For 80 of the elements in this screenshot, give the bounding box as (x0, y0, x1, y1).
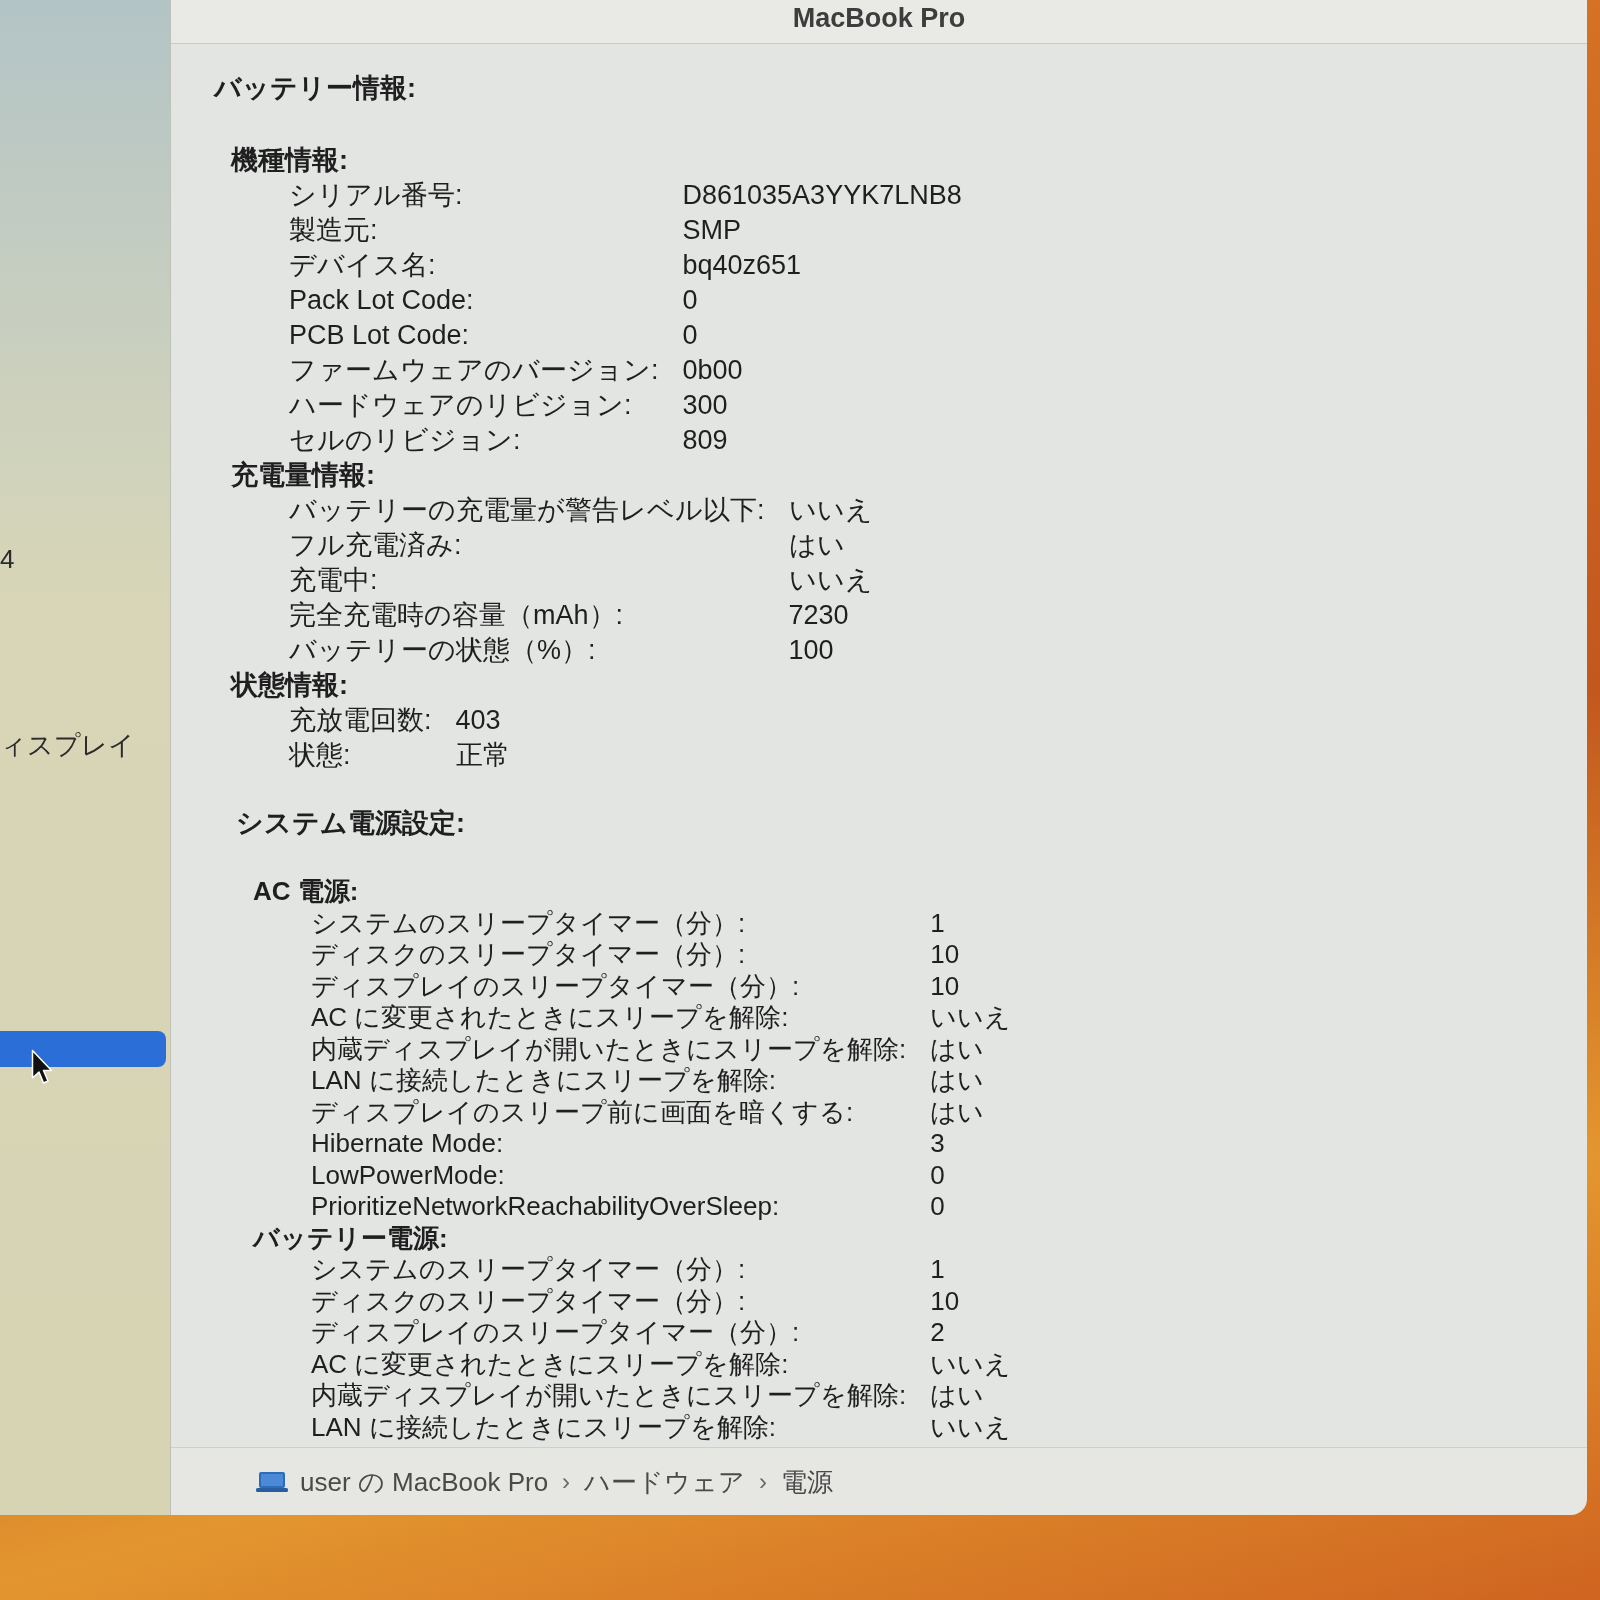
property-value: 10 (930, 1285, 961, 1317)
property-value: いいえ (788, 564, 873, 597)
property-label: Pack Lot Code: (289, 284, 475, 317)
property-label: LAN に接続したときにスリープを解除: (311, 1411, 778, 1443)
property-value: 0b00 (682, 354, 744, 387)
property-value: 1 (930, 1254, 946, 1286)
group-heading: 充電量情報: (231, 459, 375, 492)
property-label: AC に変更されたときにスリープを解除: (311, 1002, 790, 1034)
path-item[interactable]: user の MacBook Pro (256, 1464, 549, 1499)
property-value: 809 (682, 424, 729, 457)
property-label: 製造元: (289, 214, 379, 247)
group-heading: 機種情報: (231, 144, 348, 177)
property-value: 403 (455, 704, 502, 737)
property-label: Hibernate Mode: (311, 1128, 505, 1160)
property-value: 0 (930, 1159, 946, 1191)
property-label: ディスプレイのスリープタイマー（分）: (311, 970, 801, 1002)
property-value: D861035A3YYK7LNB8 (682, 179, 962, 212)
property-value: いいえ (788, 494, 873, 527)
section-heading: バッテリー情報: (214, 72, 416, 105)
path-separator: › (562, 1466, 571, 1497)
property-value: はい (930, 1065, 986, 1097)
path-separator: › (759, 1466, 768, 1497)
property-label: ディスプレイのスリープタイマー（分）: (311, 1317, 801, 1349)
sidebar-item[interactable]: ィスプレイ (0, 727, 135, 763)
property-value: 10 (930, 970, 961, 1002)
property-value: いいえ (930, 1348, 1012, 1380)
property-value: はい (930, 1380, 986, 1412)
property-label: 内蔵ディスプレイが開いたときにスリープを解除: (311, 1380, 907, 1412)
path-item[interactable]: ハードウェア (584, 1464, 746, 1499)
cursor-icon (31, 1049, 53, 1085)
path-item[interactable]: 電源 (781, 1464, 834, 1499)
property-label: セルのリビジョン: (289, 424, 522, 457)
property-value: 3 (930, 1128, 946, 1160)
property-value: 100 (788, 634, 835, 667)
property-label: ディスクのスリープタイマー（分）: (311, 939, 747, 971)
property-value: bq40z651 (682, 249, 803, 282)
property-label: PrioritizeNetworkReachabilityOverSleep: (311, 1191, 781, 1223)
property-label: デバイス名: (289, 249, 437, 282)
property-value: 0 (930, 1191, 946, 1223)
property-value: 2 (930, 1317, 946, 1349)
property-label: システムのスリープタイマー（分）: (311, 907, 747, 939)
property-label: 充電中: (289, 564, 379, 597)
property-value: いいえ (930, 1002, 1012, 1034)
property-label: LAN に接続したときにスリープを解除: (311, 1065, 778, 1097)
property-label: AC に変更されたときにスリープを解除: (311, 1348, 790, 1380)
group-heading: 状態情報: (231, 669, 348, 702)
property-value: はい (930, 1096, 986, 1128)
property-label: 完全充電時の容量（mAh）: (289, 599, 625, 632)
property-label: シリアル番号: (289, 179, 464, 212)
property-label: システムのスリープタイマー（分）: (311, 1254, 747, 1286)
property-value: はい (788, 529, 846, 562)
property-value: 正常 (455, 739, 510, 772)
sidebar-item[interactable]: 4 (0, 541, 15, 577)
property-value: はい (930, 1033, 986, 1065)
property-label: フル充電済み: (289, 529, 463, 562)
property-value: 1 (930, 907, 946, 939)
laptop-icon (256, 1471, 288, 1492)
property-value: 300 (682, 389, 729, 422)
property-value: 10 (930, 939, 961, 971)
property-label: バッテリーの充電量が警告レベル以下: (289, 494, 765, 527)
group-heading: バッテリー電源: (253, 1222, 448, 1254)
property-value: 7230 (788, 599, 850, 632)
property-label: 内蔵ディスプレイが開いたときにスリープを解除: (311, 1033, 907, 1065)
property-label: バッテリーの状態（%）: (289, 634, 597, 667)
property-label: ディスクのスリープタイマー（分）: (311, 1285, 747, 1317)
property-label: 充放電回数: (289, 704, 432, 737)
property-label: 状態: (289, 739, 352, 772)
property-label: ディスプレイのスリープ前に画面を暗くする: (311, 1096, 855, 1128)
property-label: PCB Lot Code: (289, 319, 471, 352)
property-value: いいえ (930, 1411, 1012, 1443)
property-label: ファームウェアのバージョン: (289, 354, 659, 387)
property-value: SMP (682, 214, 743, 247)
property-value: 0 (682, 319, 699, 352)
sidebar-item[interactable] (0, 1031, 166, 1067)
group-heading: AC 電源: (253, 876, 359, 908)
section-heading: システム電源設定: (236, 807, 465, 840)
property-label: LowPowerMode: (311, 1159, 506, 1191)
window-title: MacBook Pro (792, 2, 966, 35)
property-label: ハードウェアのリビジョン: (289, 389, 633, 422)
property-value: 0 (682, 284, 699, 317)
